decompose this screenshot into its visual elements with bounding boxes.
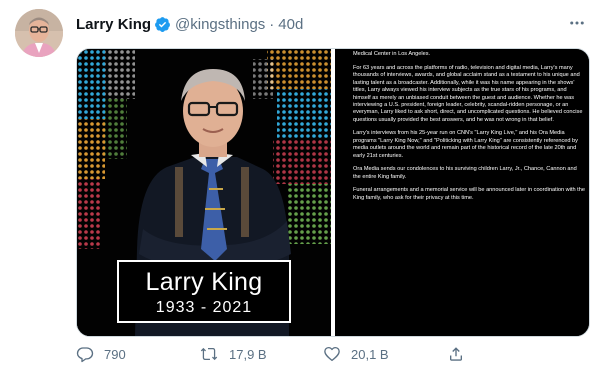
share-button[interactable] [447,344,475,364]
retweet-count: 17,9 B [229,346,267,362]
statement-text: founder, host, and friend Larry King, wh… [353,49,585,208]
statement-paragraph: Funeral arrangements and a memorial serv… [353,187,585,201]
retweet-icon [200,347,218,361]
memorial-card: Larry King 1933 - 2021 [117,260,291,323]
share-icon [450,347,462,361]
reply-count: 790 [104,346,126,362]
author-name[interactable]: Larry King [76,16,151,33]
like-count: 20,1 B [351,346,389,362]
statement-paragraph: Larry's interviews from his 25-year run … [353,130,578,159]
avatar[interactable] [15,9,63,57]
author-handle[interactable]: @kingsthings [175,16,265,33]
memorial-card-name: Larry King [145,268,263,296]
statement-paragraph: For 63 years and across the platforms of… [353,65,583,123]
statement-image[interactable]: founder, host, and friend Larry King, wh… [335,49,589,336]
more-horizontal-icon[interactable] [566,14,588,32]
tweet-media[interactable]: Larry King 1933 - 2021 founder, host, an… [76,48,590,337]
separator-dot: · [269,15,275,33]
like-button[interactable]: 20,1 B [323,344,389,364]
heart-icon [324,346,340,362]
reply-button[interactable]: 790 [76,344,126,364]
reply-icon [76,347,94,363]
tweet: Larry King @kingsthings · 40d Larry King… [0,0,600,373]
memorial-photo[interactable]: Larry King 1933 - 2021 [77,49,331,336]
statement-paragraph: Ora Media sends our condolences to his s… [353,166,577,180]
tweet-actions: 790 17,9 B 20,1 B [76,344,588,364]
memorial-card-years: 1933 - 2021 [155,299,253,316]
tweet-age[interactable]: 40d [278,16,303,33]
retweet-button[interactable]: 17,9 B [199,344,267,364]
tweet-header: Larry King @kingsthings · 40d [76,14,303,34]
statement-paragraph: founder, host, and friend Larry King, wh… [353,49,585,58]
verified-badge-icon [154,16,171,33]
avatar-photo [15,9,63,57]
